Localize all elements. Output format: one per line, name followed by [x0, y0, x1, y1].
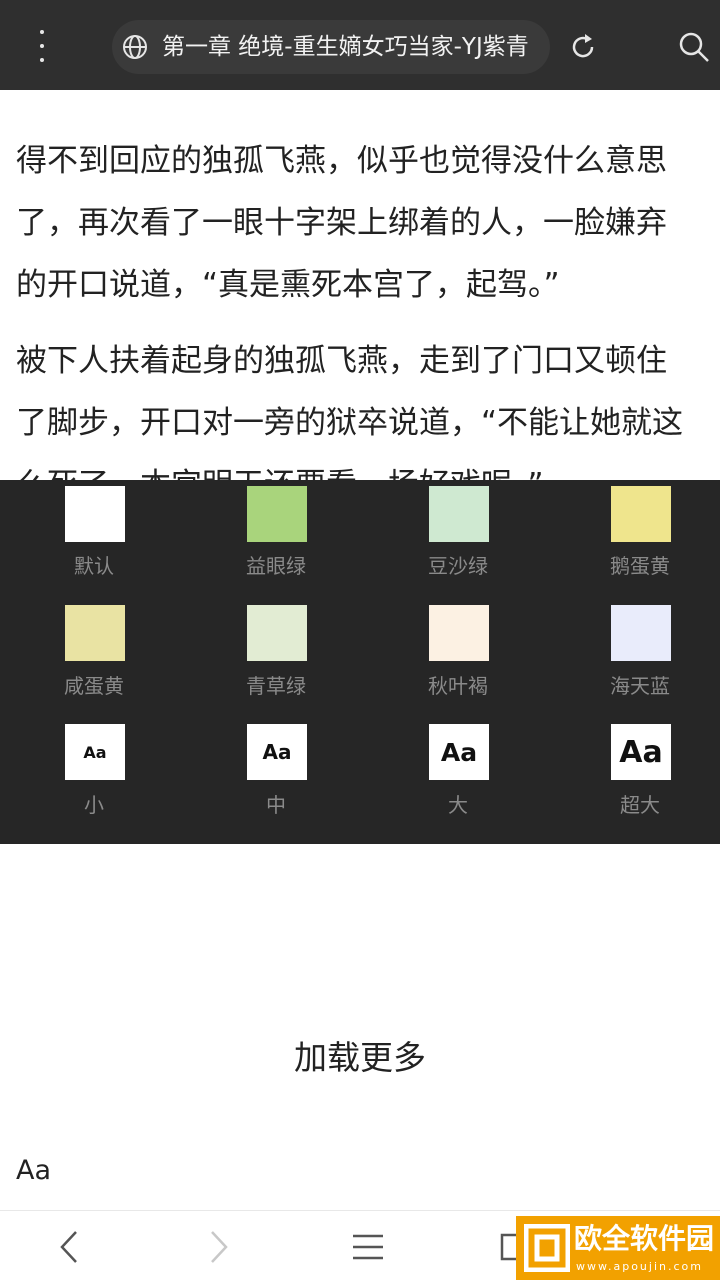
theme-swatch-eye-green[interactable]	[247, 486, 307, 542]
address-bar[interactable]: 第一章 绝境-重生嫡女巧当家-YJ紫青	[112, 20, 550, 74]
theme-label: 咸蛋黄	[64, 674, 124, 698]
watermark-text: 欧全软件园	[574, 1222, 715, 1255]
text-line: 被下人扶着起身的独孤飞燕，走到了门口又顿住	[16, 343, 667, 379]
back-icon[interactable]	[56, 1229, 84, 1265]
text-line: 了脚步，开口对一旁的狱卒说道，“不能让她就这	[16, 405, 684, 441]
theme-label: 海天蓝	[610, 674, 670, 698]
page-title: 第一章 绝境-重生嫡女巧当家-YJ紫青	[162, 34, 529, 60]
reading-settings-panel: 默认 益眼绿 豆沙绿 鹅蛋黄 咸蛋黄 青草绿 秋叶褐 海天蓝 Aa 小 Aa 中…	[0, 480, 720, 844]
theme-swatch-default[interactable]	[65, 486, 125, 542]
browser-top-bar: 第一章 绝境-重生嫡女巧当家-YJ紫青	[0, 0, 720, 90]
theme-label: 益眼绿	[246, 554, 306, 578]
theme-swatch-sky-blue[interactable]	[611, 605, 671, 661]
theme-swatch-grass-green[interactable]	[247, 605, 307, 661]
forward-icon[interactable]	[204, 1229, 232, 1265]
theme-label: 青草绿	[246, 674, 306, 698]
reload-icon[interactable]	[568, 32, 598, 62]
font-size-label: 大	[448, 793, 468, 817]
theme-swatch-goose-yellow[interactable]	[611, 486, 671, 542]
font-size-label: 小	[84, 793, 104, 817]
font-size-xlarge-button[interactable]: Aa	[611, 724, 671, 780]
menu-icon[interactable]	[352, 1233, 384, 1261]
theme-swatch-autumn-brown[interactable]	[429, 605, 489, 661]
article-body: 得不到回应的独孤飞燕，似乎也觉得没什么意思 了，再次看了一眼十字架上绑着的人，一…	[16, 130, 720, 530]
theme-label: 豆沙绿	[428, 554, 488, 578]
font-size-small-button[interactable]: Aa	[65, 724, 125, 780]
font-settings-toggle[interactable]: Aa	[16, 1154, 51, 1188]
watermark-logo: 欧全软件园 www.apoujin.com	[516, 1216, 720, 1280]
theme-label: 鹅蛋黄	[610, 554, 670, 578]
text-line: 得不到回应的独孤飞燕，似乎也觉得没什么意思	[16, 143, 667, 179]
article-paragraph: 得不到回应的独孤飞燕，似乎也觉得没什么意思 了，再次看了一眼十字架上绑着的人，一…	[16, 130, 720, 316]
load-more-button[interactable]: 加载更多	[0, 1036, 720, 1080]
watermark-icon	[524, 1224, 570, 1272]
font-size-label: 中	[266, 793, 286, 817]
theme-label: 默认	[74, 554, 114, 578]
theme-swatch-salted-yolk[interactable]	[65, 605, 125, 661]
font-size-large-button[interactable]: Aa	[429, 724, 489, 780]
text-line: 了，再次看了一眼十字架上绑着的人，一脸嫌弃	[16, 205, 667, 241]
text-line: 的开口说道，“真是熏死本宫了，起驾。”	[16, 267, 560, 303]
font-size-medium-button[interactable]: Aa	[247, 724, 307, 780]
theme-swatch-bean-green[interactable]	[429, 486, 489, 542]
watermark-url: www.apoujin.com	[576, 1260, 703, 1273]
theme-label: 秋叶褐	[428, 674, 488, 698]
font-size-label: 超大	[620, 793, 660, 817]
globe-icon	[123, 35, 147, 59]
search-icon[interactable]	[677, 30, 711, 64]
more-menu-icon[interactable]	[28, 30, 56, 62]
